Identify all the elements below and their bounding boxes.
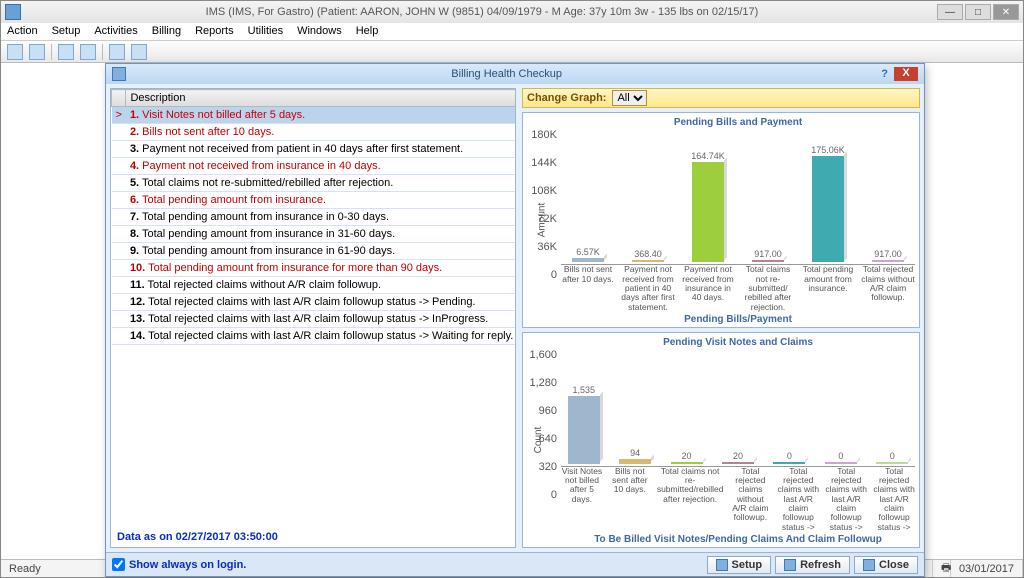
app-close-button[interactable]: ✕ — [993, 4, 1019, 20]
status-date: 03/01/2017 — [951, 560, 1023, 577]
table-row[interactable]: 2. Bills not sent after 10 days.946,569.… — [112, 124, 516, 141]
dialog-titlebar: Billing Health Checkup ? X — [106, 64, 924, 84]
metrics-table: Description Count Amount >1. Visit Notes… — [111, 89, 515, 345]
maximize-button[interactable]: □ — [965, 4, 991, 20]
chart1-title: Pending Bills and Payment — [561, 117, 915, 128]
workarea: Billing Health Checkup ? X Description C… — [1, 63, 1023, 559]
bar: 917.00 — [741, 249, 795, 262]
toolbar-icon[interactable] — [80, 44, 96, 60]
refresh-button[interactable]: Refresh — [775, 556, 850, 574]
menu-activities[interactable]: Activities — [94, 25, 137, 38]
toolbar-icon[interactable] — [131, 44, 147, 60]
menu-utilities[interactable]: Utilities — [248, 25, 283, 38]
chart2-subtitle: To Be Billed Visit Notes/Pending Claims … — [561, 534, 915, 545]
close-button[interactable]: Close — [854, 556, 918, 574]
bar: 164.74K — [681, 151, 735, 262]
separator — [51, 44, 52, 60]
menu-help[interactable]: Help — [356, 25, 379, 38]
table-row[interactable]: 5. Total claims not re-submitted/rebille… — [112, 175, 516, 192]
table-row[interactable]: 14. Total rejected claims with last A/R … — [112, 328, 516, 345]
chart1-subtitle: Pending Bills/Payment — [561, 314, 915, 325]
close-icon — [863, 559, 875, 571]
dialog-icon — [112, 67, 126, 81]
table-row[interactable]: 6. Total pending amount from insurance.1… — [112, 192, 516, 209]
chart-pending-notes: Pending Visit Notes and Claims Count 1,6… — [522, 332, 920, 548]
dialog-body: Description Count Amount >1. Visit Notes… — [106, 84, 924, 552]
change-graph-label: Change Graph: — [527, 92, 606, 104]
bar: 0 — [818, 451, 863, 464]
menu-billing[interactable]: Billing — [152, 25, 181, 38]
billing-health-dialog: Billing Health Checkup ? X Description C… — [105, 63, 925, 577]
toolbar-icon[interactable] — [58, 44, 74, 60]
help-icon[interactable]: ? — [881, 68, 888, 80]
show-always-input[interactable] — [112, 558, 125, 571]
bar: 0 — [767, 451, 812, 464]
table-row[interactable]: 7. Total pending amount from insurance i… — [112, 209, 516, 226]
bar: 368.40 — [621, 249, 675, 262]
minimize-button[interactable]: — — [937, 4, 963, 20]
metrics-table-pane: Description Count Amount >1. Visit Notes… — [110, 88, 516, 548]
table-row[interactable]: 8. Total pending amount from insurance i… — [112, 226, 516, 243]
separator — [102, 44, 103, 60]
app-icon — [5, 4, 21, 20]
show-always-label: Show always on login. — [129, 559, 246, 571]
menu-setup[interactable]: Setup — [52, 25, 81, 38]
bar: 0 — [870, 451, 915, 464]
bar: 175.06K — [801, 145, 855, 263]
chart-pending-bills: Pending Bills and Payment Amount 180K144… — [522, 112, 920, 328]
table-row[interactable]: 10. Total pending amount from insurance … — [112, 260, 516, 277]
menu-windows[interactable]: Windows — [297, 25, 342, 38]
dialog-footer: Show always on login. Setup Refresh Clos… — [106, 552, 924, 576]
bar: 20 — [715, 451, 760, 464]
gear-icon — [716, 559, 728, 571]
bar: 20 — [664, 451, 709, 464]
toolbar-icon[interactable] — [109, 44, 125, 60]
table-row[interactable]: 9. Total pending amount from insurance i… — [112, 243, 516, 260]
app-toolbar — [1, 41, 1023, 63]
refresh-icon — [784, 559, 796, 571]
toolbar-icon[interactable] — [29, 44, 45, 60]
table-row[interactable]: 4. Payment not received from insurance i… — [112, 158, 516, 175]
table-row[interactable]: >1. Visit Notes not billed after 5 days.… — [112, 107, 516, 124]
col-description[interactable]: Description — [126, 90, 515, 107]
menu-reports[interactable]: Reports — [195, 25, 234, 38]
show-always-checkbox[interactable]: Show always on login. — [112, 558, 246, 571]
app-titlebar: IMS (IMS, For Gastro) (Patient: AARON, J… — [1, 1, 1023, 23]
charts-pane: Change Graph: All Pending Bills and Paym… — [522, 88, 920, 548]
menubar: Action Setup Activities Billing Reports Utili… — [1, 23, 1023, 41]
bar: 6.57K — [561, 247, 615, 262]
chart2-title: Pending Visit Notes and Claims — [561, 337, 915, 348]
toolbar-icon[interactable] — [7, 44, 23, 60]
table-row[interactable]: 11. Total rejected claims without A/R cl… — [112, 277, 516, 294]
dialog-title: Billing Health Checkup — [132, 68, 881, 80]
bar: 917.00 — [861, 249, 915, 262]
table-row[interactable]: 12. Total rejected claims with last A/R … — [112, 294, 516, 311]
data-as-on: Data as on 02/27/2017 03:50:00 — [111, 527, 515, 547]
app-title: IMS (IMS, For Gastro) (Patient: AARON, J… — [27, 6, 937, 18]
bar: 94 — [612, 448, 657, 463]
dialog-close-button[interactable]: X — [894, 67, 918, 81]
menu-action[interactable]: Action — [7, 25, 38, 38]
table-row[interactable]: 3. Payment not received from patient in … — [112, 141, 516, 158]
table-row[interactable]: 13. Total rejected claims with last A/R … — [112, 311, 516, 328]
bar: 1,535 — [561, 385, 606, 463]
change-graph-bar: Change Graph: All — [522, 88, 920, 108]
setup-button[interactable]: Setup — [707, 556, 772, 574]
app-window: IMS (IMS, For Gastro) (Patient: AARON, J… — [0, 0, 1024, 578]
change-graph-select[interactable]: All — [612, 90, 647, 106]
